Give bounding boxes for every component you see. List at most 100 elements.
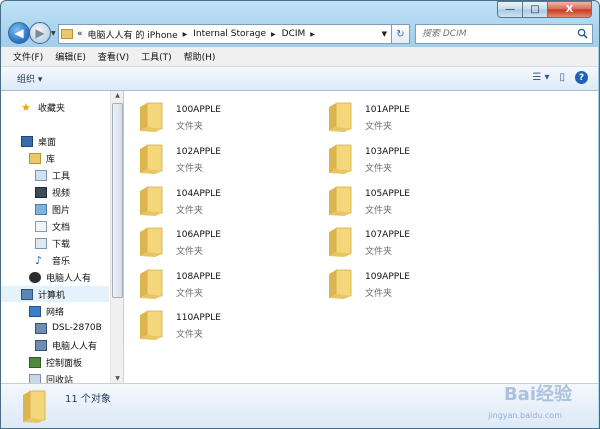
nav-videos[interactable]: 视频 [35,184,70,200]
nav-tools-library[interactable]: 工具 [35,167,70,183]
folder-name: 103APPLE [365,147,410,157]
nav-network-dsl[interactable]: DSL-2870B [35,320,102,336]
nav-label: 计算机 [38,290,66,301]
nav-pictures[interactable]: 图片 [35,201,70,217]
navigation-pane: ★ 收藏夹 桌面 库 工具 视频 图片 文档 下载 ♪ 音乐 电脑人人有 计算机 [1,91,123,386]
breadcrumb-overflow[interactable]: « [77,29,83,39]
computer-icon [21,288,33,300]
search-box[interactable] [415,24,593,44]
folder-name: 104APPLE [176,189,221,199]
folder-type: 文件夹 [365,206,393,216]
nav-label: 电脑人人有 [52,341,98,352]
folder-name: 110APPLE [176,313,221,323]
breadcrumb-separator-icon[interactable]: ▶ [310,31,315,38]
nav-label: 视频 [52,188,71,199]
nav-documents[interactable]: 文档 [35,218,70,234]
details-pane: 11 个对象 Bai经验 jingyan.baidu.com [1,383,598,428]
menu-file[interactable]: 文件(F) [13,50,43,63]
baidu-watermark-logo: Bai经验 [503,384,572,405]
nav-favorites[interactable]: ★ 收藏夹 [21,99,65,115]
nav-control-panel[interactable]: 控制面板 [29,354,82,370]
change-view-icon[interactable]: ☰ ▾ [532,72,549,83]
nav-libraries[interactable]: 库 [29,150,55,166]
nav-label: 下载 [52,239,71,250]
help-icon[interactable]: ? [575,71,588,84]
breadcrumb-separator-icon[interactable]: ▶ [271,31,276,38]
preview-pane-icon[interactable]: ▯ [559,72,565,83]
search-input[interactable] [422,29,572,39]
minimize-button[interactable]: — [497,1,523,18]
nav-label: 控制面板 [46,358,83,369]
folder-icon [140,102,163,132]
nav-network-pc[interactable]: 电脑人人有 [35,337,97,353]
forward-button[interactable]: ▶ [29,22,51,44]
folder-item[interactable]: 107APPLE 文件夹 [313,224,493,260]
scroll-down-icon[interactable]: ▼ [111,375,124,382]
breadcrumb-dcim[interactable]: DCIM [282,29,306,39]
menu-bar: 文件(F) 编辑(E) 查看(V) 工具(T) 帮助(H) [1,47,598,67]
folder-item[interactable]: 104APPLE 文件夹 [124,183,304,219]
folder-item[interactable]: 102APPLE 文件夹 [124,141,304,177]
scroll-up-icon[interactable]: ▲ [111,92,124,99]
menu-edit[interactable]: 编辑(E) [55,50,86,63]
folder-item[interactable]: 109APPLE 文件夹 [313,266,493,302]
nav-scrollbar[interactable]: ▲ ▼ [110,91,123,383]
folder-icon [329,186,352,216]
address-bar[interactable]: « 电脑人人有 的 iPhone ▶ Internal Storage ▶ DC… [58,24,392,44]
nav-label: 音乐 [52,256,71,267]
refresh-button[interactable]: ↻ [392,24,410,44]
folder-type: 文件夹 [176,206,204,216]
nav-label: 库 [46,154,56,165]
nav-computer[interactable]: 计算机 [1,286,109,302]
network-computer-icon [35,339,47,351]
forward-arrow-icon: ▶ [35,26,45,40]
folder-item[interactable]: 103APPLE 文件夹 [313,141,493,177]
folder-item[interactable]: 110APPLE 文件夹 [124,307,304,343]
folder-type: 文件夹 [176,164,204,174]
search-icon[interactable] [577,28,588,39]
menu-help[interactable]: 帮助(H) [184,50,216,63]
nav-label: 网络 [46,307,65,318]
nav-label: DSL-2870B [52,323,102,333]
folder-type: 文件夹 [365,289,393,299]
command-bar: 组织 ▾ ☰ ▾ ▯ ? [1,67,598,91]
menu-tools[interactable]: 工具(T) [141,50,172,63]
breadcrumb-internal-storage[interactable]: Internal Storage [193,29,266,39]
folder-item[interactable]: 100APPLE 文件夹 [124,99,304,135]
nav-user[interactable]: 电脑人人有 [29,269,91,285]
pictures-icon [35,203,47,215]
desktop-icon [21,135,33,147]
folder-name: 105APPLE [365,189,410,199]
folder-icon [329,144,352,174]
control-panel-icon [29,356,41,368]
nav-desktop[interactable]: 桌面 [21,133,56,149]
folder-item[interactable]: 105APPLE 文件夹 [313,183,493,219]
folder-icon [329,227,352,257]
nav-downloads[interactable]: 下载 [35,235,70,251]
folder-item[interactable]: 101APPLE 文件夹 [313,99,493,135]
nav-label: 桌面 [38,137,57,148]
organize-button[interactable]: 组织 ▾ [17,72,42,85]
breadcrumb-separator-icon[interactable]: ▶ [183,31,188,38]
nav-network[interactable]: 网络 [29,303,64,319]
nav-music[interactable]: ♪ 音乐 [35,252,70,268]
back-arrow-icon: ◀ [14,26,24,40]
folder-type: 文件夹 [365,164,393,174]
folder-name: 106APPLE [176,230,221,240]
folder-name: 102APPLE [176,147,221,157]
menu-view[interactable]: 查看(V) [98,50,129,63]
folder-item[interactable]: 108APPLE 文件夹 [124,266,304,302]
back-button[interactable]: ◀ [8,22,30,44]
scroll-thumb[interactable] [112,103,123,298]
folder-type: 文件夹 [176,247,204,257]
recent-pages-dropdown[interactable]: ▼ [51,30,56,37]
nav-label: 图片 [52,205,71,216]
address-history-dropdown-icon[interactable]: ▼ [382,30,387,38]
video-icon [35,186,47,198]
user-icon [29,271,41,283]
folder-icon [23,390,46,423]
folder-item[interactable]: 106APPLE 文件夹 [124,224,304,260]
breadcrumb-iphone[interactable]: 电脑人人有 的 iPhone [88,28,178,41]
close-button[interactable]: X [548,1,592,18]
maximize-button[interactable]: □ [523,1,548,18]
